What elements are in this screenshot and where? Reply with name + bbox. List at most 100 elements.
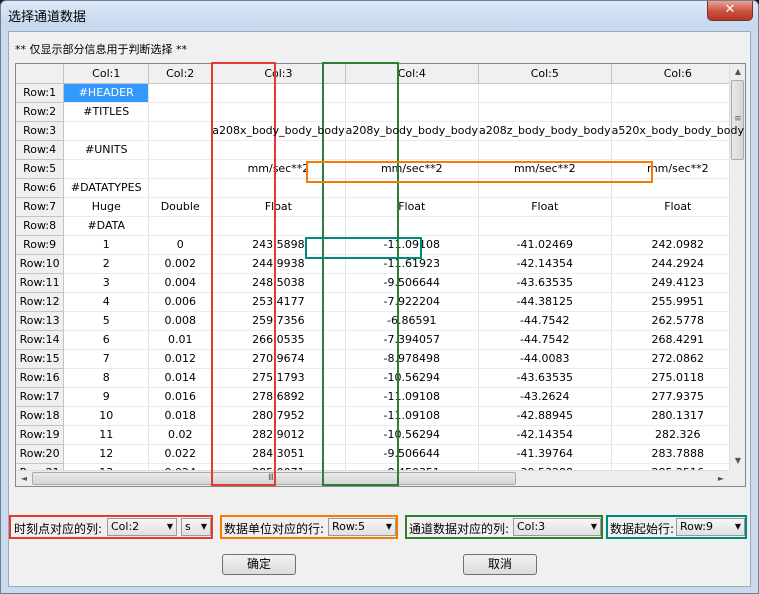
row-header[interactable]: Row:2 xyxy=(16,102,65,122)
grid-cell[interactable] xyxy=(211,83,346,103)
grid-cell[interactable]: #DATA xyxy=(63,216,150,236)
grid-cell[interactable]: 272.0862 xyxy=(611,349,745,369)
grid-cell[interactable]: Float xyxy=(611,197,745,217)
table-row[interactable]: Row:11 3 0.004 248.5038 -9.506644 -43.63535 24… xyxy=(16,273,745,293)
grid-cell[interactable]: 283.7888 xyxy=(611,444,745,464)
grid-cell[interactable] xyxy=(478,216,612,236)
table-row[interactable]: Row:7 Huge Double Float Float Float Float xyxy=(16,197,745,217)
cancel-button[interactable]: 取消 xyxy=(463,554,537,575)
horizontal-scroll-thumb[interactable]: III xyxy=(32,472,516,485)
grid-cell[interactable]: 284.3051 xyxy=(211,444,346,464)
grid-cell[interactable] xyxy=(63,159,150,179)
grid-cell[interactable]: 266.0535 xyxy=(211,330,346,350)
grid-cell[interactable]: -42.14354 xyxy=(478,425,612,445)
grid-cell[interactable]: 0.018 xyxy=(148,406,213,426)
unit-row-select[interactable]: Row:5 ▼ xyxy=(328,518,396,536)
grid-cell[interactable]: 6 xyxy=(63,330,150,350)
table-row[interactable]: Row:17 9 0.016 278.6892 -11.09108 -43.2624 277… xyxy=(16,387,745,407)
grid-cell[interactable]: 0.022 xyxy=(148,444,213,464)
grid-cell[interactable]: 277.9375 xyxy=(611,387,745,407)
grid-cell[interactable]: Float xyxy=(211,197,346,217)
row-header[interactable]: Row:7 xyxy=(16,197,65,217)
grid-cell[interactable] xyxy=(611,102,745,122)
close-button[interactable]: ✕ xyxy=(707,1,753,21)
grid-cell[interactable] xyxy=(345,216,479,236)
grid-cell[interactable]: 0.02 xyxy=(148,425,213,445)
table-row[interactable]: Row:12 4 0.006 253.4177 -7.922204 -44.38125 25… xyxy=(16,292,745,312)
grid-cell[interactable] xyxy=(611,140,745,160)
table-row[interactable]: Row:8 #DATA xyxy=(16,216,745,236)
grid-cell[interactable]: 275.0118 xyxy=(611,368,745,388)
grid-cell[interactable]: Float xyxy=(478,197,612,217)
grid-cell[interactable]: 12 xyxy=(63,444,150,464)
grid-cell[interactable]: 9 xyxy=(63,387,150,407)
table-row[interactable]: Row:5 mm/sec**2 mm/sec**2 mm/sec**2 mm/sec**… xyxy=(16,159,745,179)
table-row[interactable]: Row:19 11 0.02 282.9012 -10.56294 -42.14354 28… xyxy=(16,425,745,445)
grid-cell[interactable]: 253.4177 xyxy=(211,292,346,312)
vertical-scroll-thumb[interactable]: ≡ xyxy=(731,80,744,160)
grid-cell[interactable] xyxy=(478,140,612,160)
row-header[interactable]: Row:14 xyxy=(16,330,65,350)
table-row[interactable]: Row:6 #DATATYPES xyxy=(16,178,745,198)
grid-cell[interactable]: -41.39764 xyxy=(478,444,612,464)
grid-cell[interactable]: -43.2624 xyxy=(478,387,612,407)
grid-cell[interactable] xyxy=(63,121,150,141)
table-row[interactable]: Row:18 10 0.018 280.7952 -11.09108 -42.88945 2… xyxy=(16,406,745,426)
row-header[interactable]: Row:6 xyxy=(16,178,65,198)
grid-cell[interactable]: 249.4123 xyxy=(611,273,745,293)
row-header[interactable]: Row:3 xyxy=(16,121,65,141)
column-header[interactable]: Col:4 xyxy=(345,64,479,84)
grid-cell[interactable]: #TITLES xyxy=(63,102,150,122)
time-unit-select[interactable]: s ▼ xyxy=(181,518,211,536)
row-header[interactable]: Row:13 xyxy=(16,311,65,331)
grid-cell[interactable]: 280.7952 xyxy=(211,406,346,426)
grid-cell[interactable]: 0.008 xyxy=(148,311,213,331)
grid-cell[interactable]: 282.326 xyxy=(611,425,745,445)
column-header[interactable]: Col:6 xyxy=(611,64,745,84)
grid-cell[interactable]: 244.2924 xyxy=(611,254,745,274)
grid-cell[interactable]: -44.38125 xyxy=(478,292,612,312)
grid-cell[interactable]: #HEADER xyxy=(63,83,150,103)
row-header[interactable]: Row:5 xyxy=(16,159,65,179)
grid-cell[interactable]: 259.7356 xyxy=(211,311,346,331)
grid-cell[interactable]: 278.6892 xyxy=(211,387,346,407)
row-header[interactable]: Row:4 xyxy=(16,140,65,160)
column-header[interactable]: Col:1 xyxy=(63,64,150,84)
grid-cell[interactable] xyxy=(478,83,612,103)
grid-cell[interactable]: 5 xyxy=(63,311,150,331)
grid-cell[interactable] xyxy=(478,102,612,122)
grid-cell[interactable] xyxy=(611,178,745,198)
table-row[interactable]: Row:3 a208x_body_body_body a208y_body_body… xyxy=(16,121,745,141)
data-column-select[interactable]: Col:3 ▼ xyxy=(513,518,601,536)
scroll-down-icon[interactable]: ▼ xyxy=(730,456,745,465)
grid-cell[interactable]: 262.5778 xyxy=(611,311,745,331)
grid-cell[interactable]: 0.006 xyxy=(148,292,213,312)
grid-cell[interactable]: 0.014 xyxy=(148,368,213,388)
row-header[interactable]: Row:17 xyxy=(16,387,65,407)
grid-cell[interactable] xyxy=(148,83,213,103)
row-header[interactable]: Row:15 xyxy=(16,349,65,369)
grid-cell[interactable] xyxy=(148,159,213,179)
grid-cell[interactable]: 244.9938 xyxy=(211,254,346,274)
grid-cell[interactable] xyxy=(148,140,213,160)
time-column-select[interactable]: Col:2 ▼ xyxy=(107,518,177,536)
table-row[interactable]: Row:2 #TITLES xyxy=(16,102,745,122)
grid-cell[interactable]: -6.86591 xyxy=(345,311,479,331)
grid-cell[interactable]: -41.02469 xyxy=(478,235,612,255)
grid-cell[interactable] xyxy=(211,178,346,198)
grid-cell[interactable]: 3 xyxy=(63,273,150,293)
grid-cell[interactable]: 11 xyxy=(63,425,150,445)
grid-cell[interactable]: 275.1793 xyxy=(211,368,346,388)
table-row[interactable]: Row:4 #UNITS xyxy=(16,140,745,160)
table-row[interactable]: Row:14 6 0.01 266.0535 -7.394057 -44.7542 268.… xyxy=(16,330,745,350)
grid-cell[interactable]: 7 xyxy=(63,349,150,369)
grid-cell[interactable]: -44.0083 xyxy=(478,349,612,369)
grid-cell[interactable]: 0.012 xyxy=(148,349,213,369)
ok-button[interactable]: 确定 xyxy=(222,554,296,575)
table-row[interactable]: Row:9 1 0 243.5898 -11.09108 -41.02469 242.098… xyxy=(16,235,745,255)
table-row[interactable]: Row:1 #HEADER xyxy=(16,83,745,103)
scroll-right-icon[interactable]: ► xyxy=(713,474,729,483)
grid-cell[interactable]: -43.63535 xyxy=(478,273,612,293)
row-header[interactable]: Row:19 xyxy=(16,425,65,445)
grid-cell[interactable]: -44.7542 xyxy=(478,330,612,350)
